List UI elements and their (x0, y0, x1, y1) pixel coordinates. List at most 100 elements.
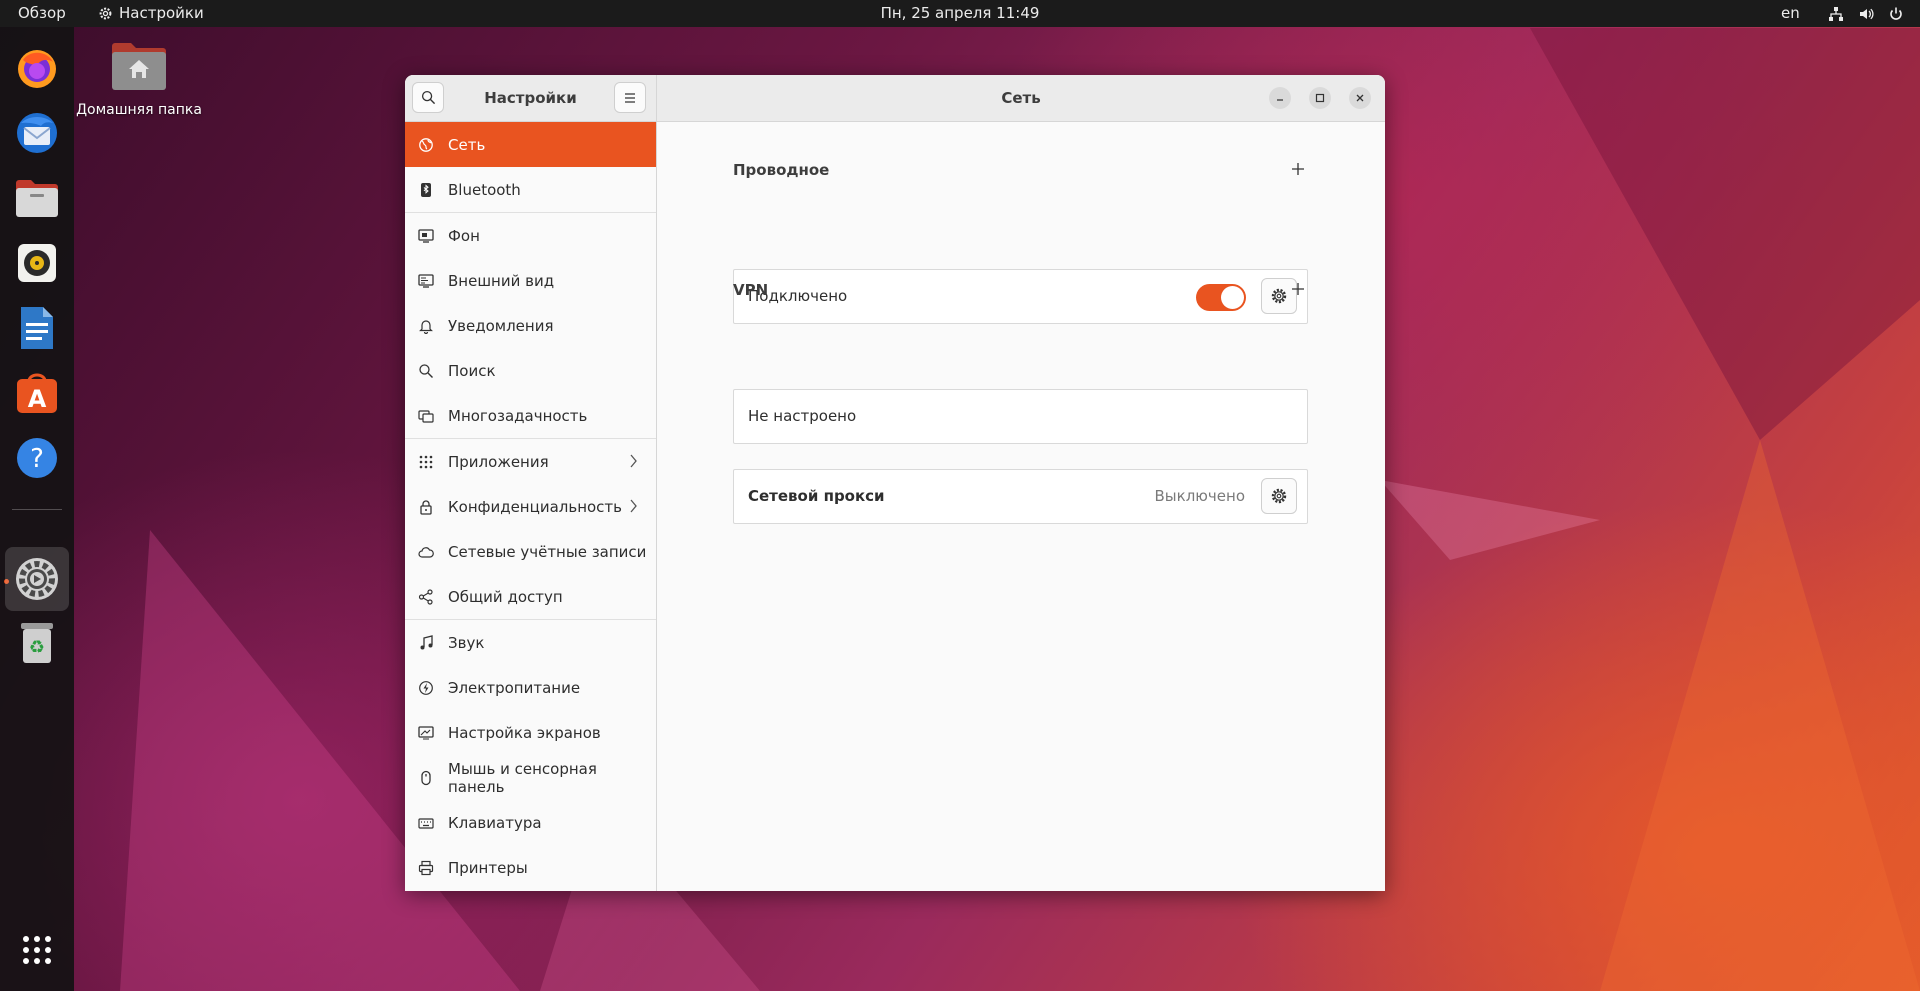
close-icon (1356, 94, 1364, 102)
dock-settings[interactable] (5, 547, 69, 611)
sidebar-item-label: Уведомления (448, 316, 554, 335)
mouse-icon (418, 770, 434, 786)
proxy-label: Сетевой прокси (748, 487, 885, 505)
sidebar-item-bluetooth[interactable]: Bluetooth (405, 167, 656, 212)
thunderbird-icon (17, 113, 57, 153)
sidebar-item-online-accounts[interactable]: Сетевые учётные записи (405, 529, 656, 574)
toggle-knob (1221, 286, 1244, 309)
hamburger-menu-icon (625, 92, 635, 103)
sidebar-item-keyboard[interactable]: Клавиатура (405, 800, 656, 845)
network-globe-icon (418, 137, 434, 153)
dock-writer[interactable] (12, 303, 62, 353)
dock-software[interactable]: A (12, 368, 62, 418)
cloud-icon (418, 544, 434, 560)
vpn-status-label: Не настроено (748, 407, 857, 425)
lock-icon (418, 499, 434, 515)
sidebar-item-label: Многозадачность (448, 406, 588, 425)
sidebar-item-label: Конфиденциальность (448, 497, 623, 516)
app-menu-label: Настройки (119, 4, 204, 22)
gear-icon (1271, 288, 1287, 304)
minimize-button[interactable] (1269, 87, 1291, 109)
chevron-right-icon (630, 499, 637, 513)
chevron-right-icon (630, 454, 637, 468)
add-vpn-button[interactable] (1288, 279, 1308, 299)
firefox-icon (18, 50, 56, 88)
home-folder-icon (112, 43, 166, 90)
vpn-row: Не настроено (733, 389, 1308, 444)
sidebar-item-label: Фон (448, 226, 480, 245)
sidebar-item-network[interactable]: Сеть (405, 122, 656, 167)
sidebar-item-label: Настройка экранов (448, 723, 601, 742)
svg-text:♻: ♻ (29, 637, 45, 658)
sidebar-item-search[interactable]: Поиск (405, 348, 656, 393)
music-note-icon (418, 634, 434, 651)
sidebar-item-sound[interactable]: Звук (405, 620, 656, 665)
vpn-section-title: VPN (733, 281, 769, 299)
minimize-icon (1277, 99, 1283, 101)
background-icon (418, 228, 434, 244)
gear-icon (1271, 488, 1287, 504)
plus-icon (1292, 163, 1304, 175)
show-apps-button[interactable] (12, 925, 62, 975)
sidebar-item-notifications[interactable]: Уведомления (405, 303, 656, 348)
dock-thunderbird[interactable] (12, 108, 62, 158)
sidebar-item-label: Внешний вид (448, 271, 555, 290)
display-icon (418, 725, 434, 741)
dock-firefox[interactable] (12, 43, 62, 93)
sidebar-item-displays[interactable]: Настройка экранов (405, 710, 656, 755)
network-panel: Проводное Подключено VPN Не настроено Се… (657, 122, 1385, 891)
close-button[interactable] (1349, 87, 1371, 109)
clock-area: Пн, 25 апреля 11:49 (0, 0, 1920, 27)
keyboard-layout-button[interactable]: en (1781, 0, 1800, 27)
activities-button[interactable]: Обзор (18, 0, 66, 27)
sidebar-item-multitasking[interactable]: Многозадачность (405, 393, 656, 438)
files-icon (16, 180, 58, 217)
search-icon (418, 363, 434, 379)
printer-icon (418, 860, 434, 876)
sidebar-item-label: Мышь и сенсорная панель (448, 759, 597, 796)
dock-trash[interactable]: ♻ (12, 618, 62, 668)
proxy-settings-button[interactable] (1261, 478, 1297, 514)
add-wired-button[interactable] (1288, 159, 1308, 179)
wired-toggle-switch[interactable] (1196, 284, 1246, 311)
appearance-icon (418, 273, 434, 289)
system-menu-button[interactable] (1828, 0, 1904, 27)
dock-rhythmbox[interactable] (12, 238, 62, 288)
sidebar-item-label: Сетевые учётные записи (448, 542, 647, 561)
clock-button[interactable]: Пн, 25 апреля 11:49 (881, 0, 1040, 27)
maximize-button[interactable] (1309, 87, 1331, 109)
maximize-icon (1315, 93, 1325, 103)
software-icon: A (17, 373, 57, 413)
sidebar-item-label: Bluetooth (448, 180, 521, 199)
sidebar-item-power[interactable]: Электропитание (405, 665, 656, 710)
dock-help[interactable]: ? (12, 433, 62, 483)
sidebar-item-mouse[interactable]: Мышь и сенсорная панель (405, 755, 656, 800)
sidebar-item-label: Поиск (448, 361, 496, 380)
desktop-home-folder[interactable]: Домашняя папка (76, 38, 202, 118)
sidebar-item-label: Приложения (448, 452, 549, 471)
svg-text:A: A (28, 385, 47, 413)
dock-files[interactable] (12, 173, 62, 223)
share-icon (418, 588, 434, 605)
app-menu-button[interactable]: Настройки (98, 0, 204, 27)
sidebar-item-background[interactable]: Фон (405, 213, 656, 258)
sidebar-item-label: Общий доступ (448, 587, 563, 606)
app-grid-icon (23, 936, 51, 964)
proxy-row[interactable]: Сетевой прокси Выключено (733, 469, 1308, 524)
sidebar-item-label: Клавиатура (448, 813, 542, 832)
sidebar-item-printers[interactable]: Принтеры (405, 845, 656, 890)
sidebar-item-label: Звук (448, 633, 485, 652)
desktop-home-label: Домашняя папка (76, 102, 202, 118)
sidebar-item-appearance[interactable]: Внешний вид (405, 258, 656, 303)
multitasking-icon (418, 408, 434, 424)
svg-text:?: ? (30, 444, 44, 474)
sidebar-item-privacy[interactable]: Конфиденциальность (405, 484, 656, 529)
primary-menu-button[interactable] (614, 82, 646, 113)
sidebar-item-label: Электропитание (448, 678, 581, 697)
sidebar-item-applications[interactable]: Приложения (405, 439, 656, 484)
wired-section-title: Проводное (733, 161, 830, 179)
sidebar-item-sharing[interactable]: Общий доступ (405, 574, 656, 619)
help-icon: ? (17, 438, 57, 478)
trash-icon: ♻ (21, 623, 53, 663)
wired-connection-row: Подключено (733, 269, 1308, 324)
